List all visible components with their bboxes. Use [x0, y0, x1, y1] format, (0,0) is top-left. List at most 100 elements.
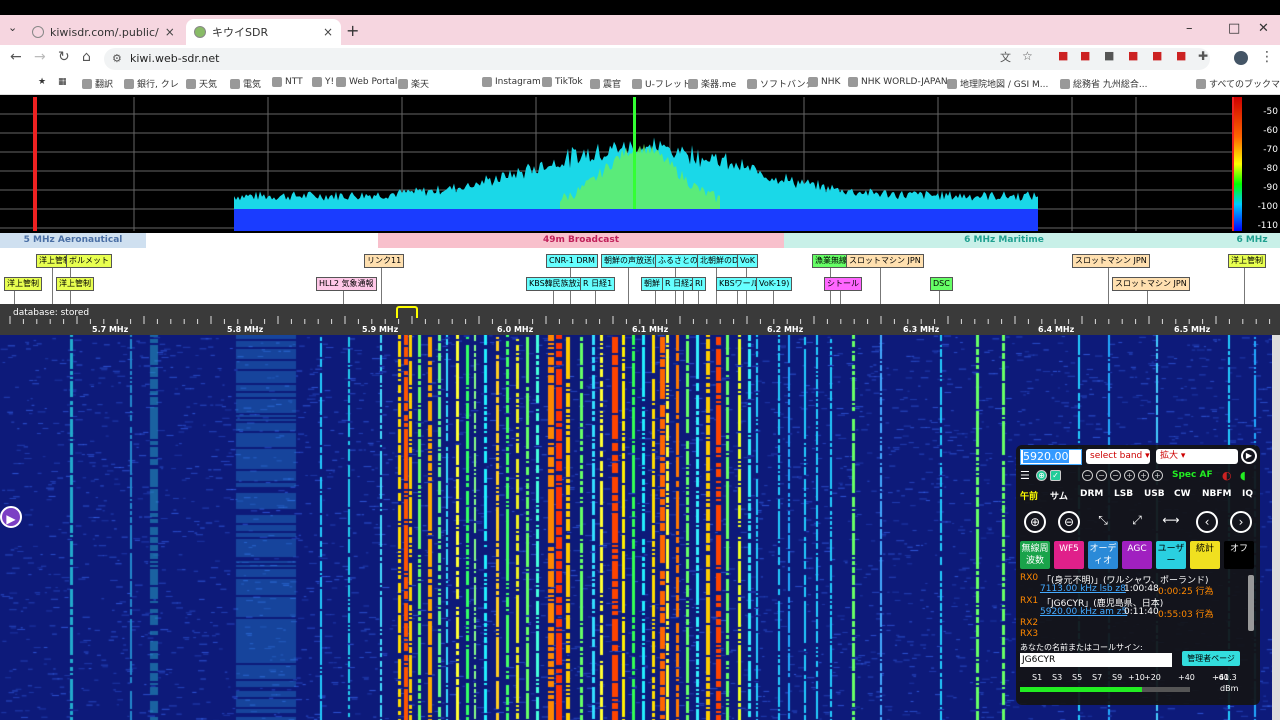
- zoom-min-icon[interactable]: ⤡: [1092, 511, 1114, 533]
- mode-am[interactable]: 午前: [1020, 489, 1038, 502]
- site-info-icon[interactable]: ⚙: [112, 48, 122, 70]
- bookmark-item[interactable]: 翻訳: [82, 77, 113, 90]
- extension-icon[interactable]: ■: [1104, 49, 1114, 62]
- minus-icon[interactable]: −: [1096, 470, 1107, 481]
- bookmark-item[interactable]: 総務省 九州総合...: [1060, 77, 1147, 90]
- station-label[interactable]: スロットマシン JPN: [1112, 277, 1190, 291]
- band-6mhz-maritime[interactable]: 6 MHz Maritime: [784, 233, 1224, 248]
- station-label[interactable]: リンク11: [364, 254, 405, 268]
- station-label[interactable]: 朝鮮: [641, 277, 663, 291]
- bookmark-item[interactable]: 楽器.me: [688, 77, 736, 90]
- extension-icon[interactable]: ■: [1080, 49, 1090, 62]
- bookmark-item[interactable]: 電気: [230, 77, 261, 90]
- mode-drm[interactable]: DRM: [1080, 489, 1103, 499]
- station-label[interactable]: VoK-19): [756, 277, 793, 291]
- page-scrollbar[interactable]: [1272, 335, 1280, 720]
- band-49m[interactable]: 49m Broadcast: [378, 233, 784, 248]
- bookmark-item[interactable]: すべてのブックマーク: [1196, 77, 1280, 90]
- new-tab-button[interactable]: +: [346, 21, 359, 40]
- hamburger-icon[interactable]: ☰: [1020, 469, 1030, 482]
- star-icon[interactable]: ☆: [1022, 49, 1033, 63]
- band-5mhz-aero[interactable]: 5 MHz Aeronautical: [0, 233, 146, 248]
- bookmark-item[interactable]: TikTok: [542, 77, 583, 87]
- band-select[interactable]: select band ▾: [1086, 449, 1150, 464]
- bookmark-star-icon[interactable]: ★: [38, 77, 46, 87]
- passband-marker[interactable]: [396, 306, 418, 318]
- extension-icon[interactable]: ■: [1058, 49, 1068, 62]
- zoom-max-icon[interactable]: ⤢: [1126, 511, 1148, 533]
- rx-frequency-link[interactable]: 7113.00 kHz lsb z8: [1040, 584, 1126, 594]
- station-label[interactable]: DSC: [930, 277, 953, 291]
- close-window-button[interactable]: ✕: [1258, 21, 1269, 36]
- station-label[interactable]: 朝鮮の声放送(1: [601, 254, 664, 268]
- page-left-icon[interactable]: ‹: [1196, 511, 1218, 533]
- bookmark-item[interactable]: NHK: [808, 77, 840, 87]
- bookmark-item[interactable]: 楽天: [398, 77, 429, 90]
- bookmark-item[interactable]: Instagram: [482, 77, 541, 87]
- tab-kiwisdr[interactable]: キウイSDR ×: [186, 19, 341, 45]
- url-input[interactable]: ⚙ kiwi.web-sdr.net: [104, 48, 1210, 70]
- band-6mhz[interactable]: 6 MHz: [1224, 233, 1280, 248]
- page-right-icon[interactable]: ›: [1230, 511, 1252, 533]
- station-label[interactable]: 洋上管制: [56, 277, 94, 291]
- side-panel-toggle-button[interactable]: ▶: [0, 506, 22, 528]
- name-input[interactable]: JG6CYR: [1020, 653, 1172, 667]
- panel-tab-button[interactable]: AGC: [1122, 541, 1152, 569]
- panel-tab-button[interactable]: WF5: [1054, 541, 1084, 569]
- tab-search-icon[interactable]: ⌄: [8, 21, 17, 34]
- station-label[interactable]: KBS韓民族放送: [526, 277, 588, 291]
- station-label[interactable]: 漁業無線: [812, 254, 850, 268]
- plus-icon[interactable]: +: [1124, 470, 1135, 481]
- minus-icon[interactable]: −: [1082, 470, 1093, 481]
- status-icon[interactable]: ⊕: [1036, 470, 1047, 481]
- station-label[interactable]: HLL2 気象通報: [316, 277, 377, 291]
- panel-tab-button[interactable]: 無線周波数: [1020, 541, 1050, 569]
- station-label[interactable]: VoK: [737, 254, 758, 268]
- translate-icon[interactable]: 文: [1000, 49, 1011, 65]
- mode-usb[interactable]: USB: [1144, 489, 1165, 499]
- bookmark-item[interactable]: U-フレット: [632, 77, 691, 90]
- close-tab-icon[interactable]: ×: [323, 25, 333, 39]
- panel-tab-button[interactable]: オーディオ: [1088, 541, 1118, 569]
- minimize-button[interactable]: –: [1186, 21, 1193, 36]
- zoom-in-icon[interactable]: ⊕: [1024, 511, 1046, 533]
- admin-page-button[interactable]: 管理者ページ: [1182, 651, 1240, 666]
- puzzle-icon[interactable]: ✚: [1198, 49, 1208, 63]
- back-icon[interactable]: ←: [10, 49, 22, 65]
- rx-frequency-link[interactable]: 5920.00 kHz am z5: [1040, 607, 1127, 617]
- spec-af-button[interactable]: Spec AF: [1172, 470, 1213, 480]
- station-label[interactable]: スロットマシン JPN: [1072, 254, 1150, 268]
- station-label[interactable]: ボルメット: [66, 254, 112, 268]
- station-label[interactable]: シトール: [824, 277, 862, 291]
- station-label[interactable]: KBSワール: [716, 277, 762, 291]
- home-icon[interactable]: ⌂: [82, 49, 91, 65]
- mode-iq[interactable]: IQ: [1242, 489, 1253, 499]
- mute-icon[interactable]: ◐: [1222, 469, 1232, 482]
- bookmark-item[interactable]: 銀行, クレ: [124, 77, 179, 90]
- bookmark-item[interactable]: ソフトバンク: [747, 77, 814, 90]
- zoom-band-icon[interactable]: ⟷: [1160, 511, 1182, 533]
- station-label[interactable]: RI: [692, 277, 706, 291]
- panel-tab-button[interactable]: 統計: [1190, 541, 1220, 569]
- mode-cw[interactable]: CW: [1174, 489, 1191, 499]
- station-label[interactable]: ふるさとの: [655, 254, 701, 268]
- frequency-input[interactable]: 5920.00: [1020, 449, 1082, 465]
- extension-icon[interactable]: ■: [1128, 49, 1138, 62]
- zoom-select[interactable]: 拡大 ▾: [1156, 449, 1238, 464]
- station-label[interactable]: スロットマシン JPN: [846, 254, 924, 268]
- bookmark-item[interactable]: NTT: [272, 77, 303, 87]
- menu-icon[interactable]: ⋮: [1260, 49, 1274, 65]
- mode-lsb[interactable]: LSB: [1114, 489, 1133, 499]
- apps-icon[interactable]: ▦: [58, 77, 67, 87]
- bookmark-item[interactable]: NHK WORLD-JAPAN: [848, 77, 948, 87]
- bookmark-item[interactable]: Web Portal: [336, 77, 397, 87]
- station-label[interactable]: 洋上管制: [1228, 254, 1266, 268]
- zoom-out-icon[interactable]: ⊖: [1058, 511, 1080, 533]
- play-icon[interactable]: ▶: [1241, 448, 1257, 464]
- reload-icon[interactable]: ↻: [58, 49, 70, 65]
- minus-icon[interactable]: −: [1110, 470, 1121, 481]
- station-label[interactable]: R 日経1: [580, 277, 616, 291]
- extension-icon[interactable]: ■: [1176, 49, 1186, 62]
- spectrum-display[interactable]: [0, 97, 1280, 231]
- bookmark-item[interactable]: Y!: [312, 77, 334, 87]
